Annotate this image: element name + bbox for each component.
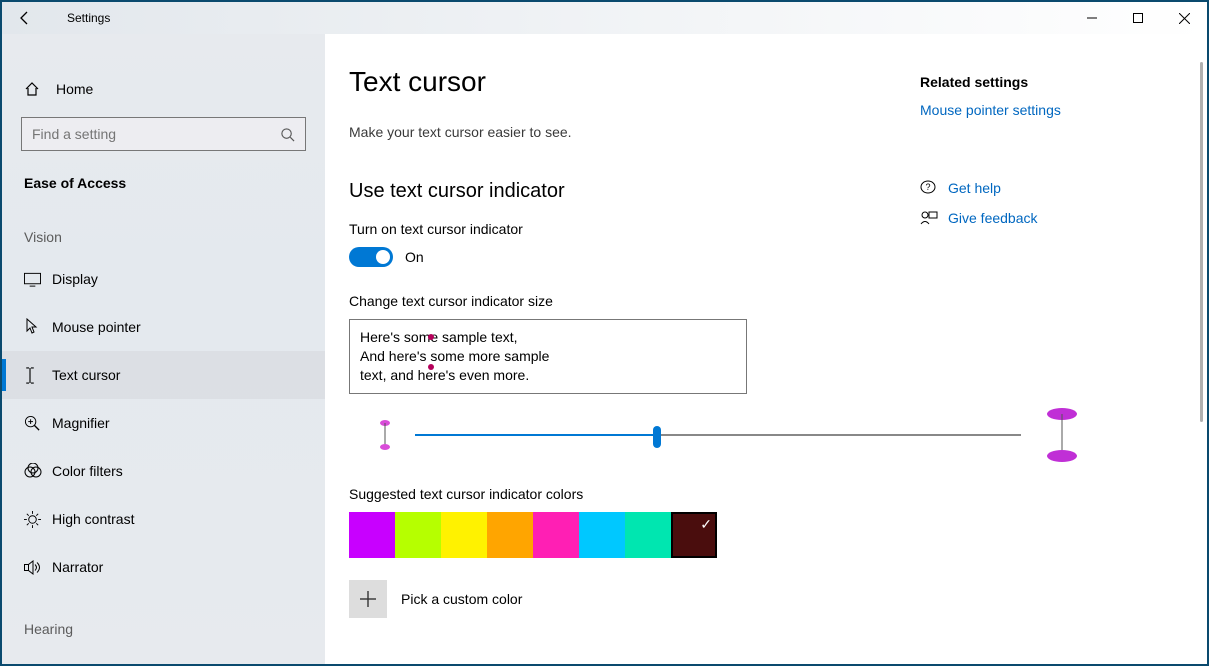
window-title: Settings [67,11,110,25]
cursor-size-max-icon [1045,408,1079,462]
sidebar-item-high-contrast[interactable]: High contrast [2,495,325,543]
home-nav[interactable]: Home [2,69,325,109]
color-swatch[interactable] [349,512,395,558]
sample-line: text, and here's even more. [360,366,736,385]
give-feedback-link[interactable]: Give feedback [948,210,1038,226]
narrator-icon [24,560,52,575]
color-swatch[interactable]: ✓ [671,512,717,558]
sidebar-item-label: Color filters [52,463,123,479]
high-contrast-icon [24,511,52,528]
close-button[interactable] [1161,2,1207,34]
scrollbar[interactable] [1200,62,1203,422]
plus-icon [360,591,376,607]
get-help-link[interactable]: Get help [948,180,1001,196]
search-icon [280,127,295,142]
color-swatch[interactable] [625,512,671,558]
maximize-button[interactable] [1115,2,1161,34]
color-swatch[interactable] [441,512,487,558]
sample-line: And here's some more sample [360,347,736,366]
sidebar-item-label: Magnifier [52,415,110,431]
group-vision: Vision [2,199,325,255]
color-swatch[interactable] [579,512,625,558]
sample-text-box: Here's some sample text, And here's some… [349,319,747,394]
sidebar-item-mouse-pointer[interactable]: Mouse pointer [2,303,325,351]
color-swatch[interactable] [533,512,579,558]
sidebar-item-label: High contrast [52,511,134,527]
sidebar-item-label: Text cursor [52,367,120,383]
related-title: Related settings [920,74,1180,90]
sidebar-item-display[interactable]: Display [2,255,325,303]
pick-custom-color-button[interactable] [349,580,387,618]
home-label: Home [56,81,93,97]
mouse-pointer-settings-link[interactable]: Mouse pointer settings [920,102,1180,118]
color-swatches: ✓ [349,512,1177,558]
help-icon: ? [920,180,948,196]
sidebar: Home Ease of Access Vision Display Mouse… [2,34,325,664]
feedback-icon [920,210,948,226]
size-label: Change text cursor indicator size [349,293,1177,309]
minimize-button[interactable] [1069,2,1115,34]
cursor-indicator-dot [428,364,434,370]
indicator-toggle[interactable] [349,247,393,267]
check-icon: ✓ [700,516,712,533]
sidebar-item-label: Narrator [52,559,103,575]
group-hearing: Hearing [2,591,325,647]
sidebar-item-text-cursor[interactable]: Text cursor [2,351,325,399]
pointer-icon [24,318,52,336]
cursor-size-min-icon [379,420,391,450]
colors-label: Suggested text cursor indicator colors [349,486,1177,502]
sidebar-item-label: Display [52,271,98,287]
back-button[interactable] [17,10,47,26]
toggle-state: On [405,249,424,265]
sidebar-item-color-filters[interactable]: Color filters [2,447,325,495]
home-icon [24,81,40,97]
magnifier-icon [24,415,52,432]
sidebar-item-narrator[interactable]: Narrator [2,543,325,591]
sidebar-item-label: Mouse pointer [52,319,141,335]
sample-line: Here's some sample text, [360,328,736,347]
text-cursor-icon [24,367,52,384]
search-input[interactable] [21,117,306,151]
size-slider[interactable] [415,434,1021,436]
pick-custom-color-label: Pick a custom color [401,591,522,607]
color-filters-icon [24,463,52,479]
search-field[interactable] [32,126,280,142]
slider-thumb[interactable] [653,426,661,448]
color-swatch[interactable] [487,512,533,558]
cursor-indicator-dot [428,334,434,340]
color-swatch[interactable] [395,512,441,558]
svg-text:?: ? [925,182,930,192]
display-icon [24,272,52,287]
related-settings-pane: Related settings Mouse pointer settings … [920,74,1180,226]
breadcrumb: Ease of Access [2,151,325,199]
sidebar-item-magnifier[interactable]: Magnifier [2,399,325,447]
